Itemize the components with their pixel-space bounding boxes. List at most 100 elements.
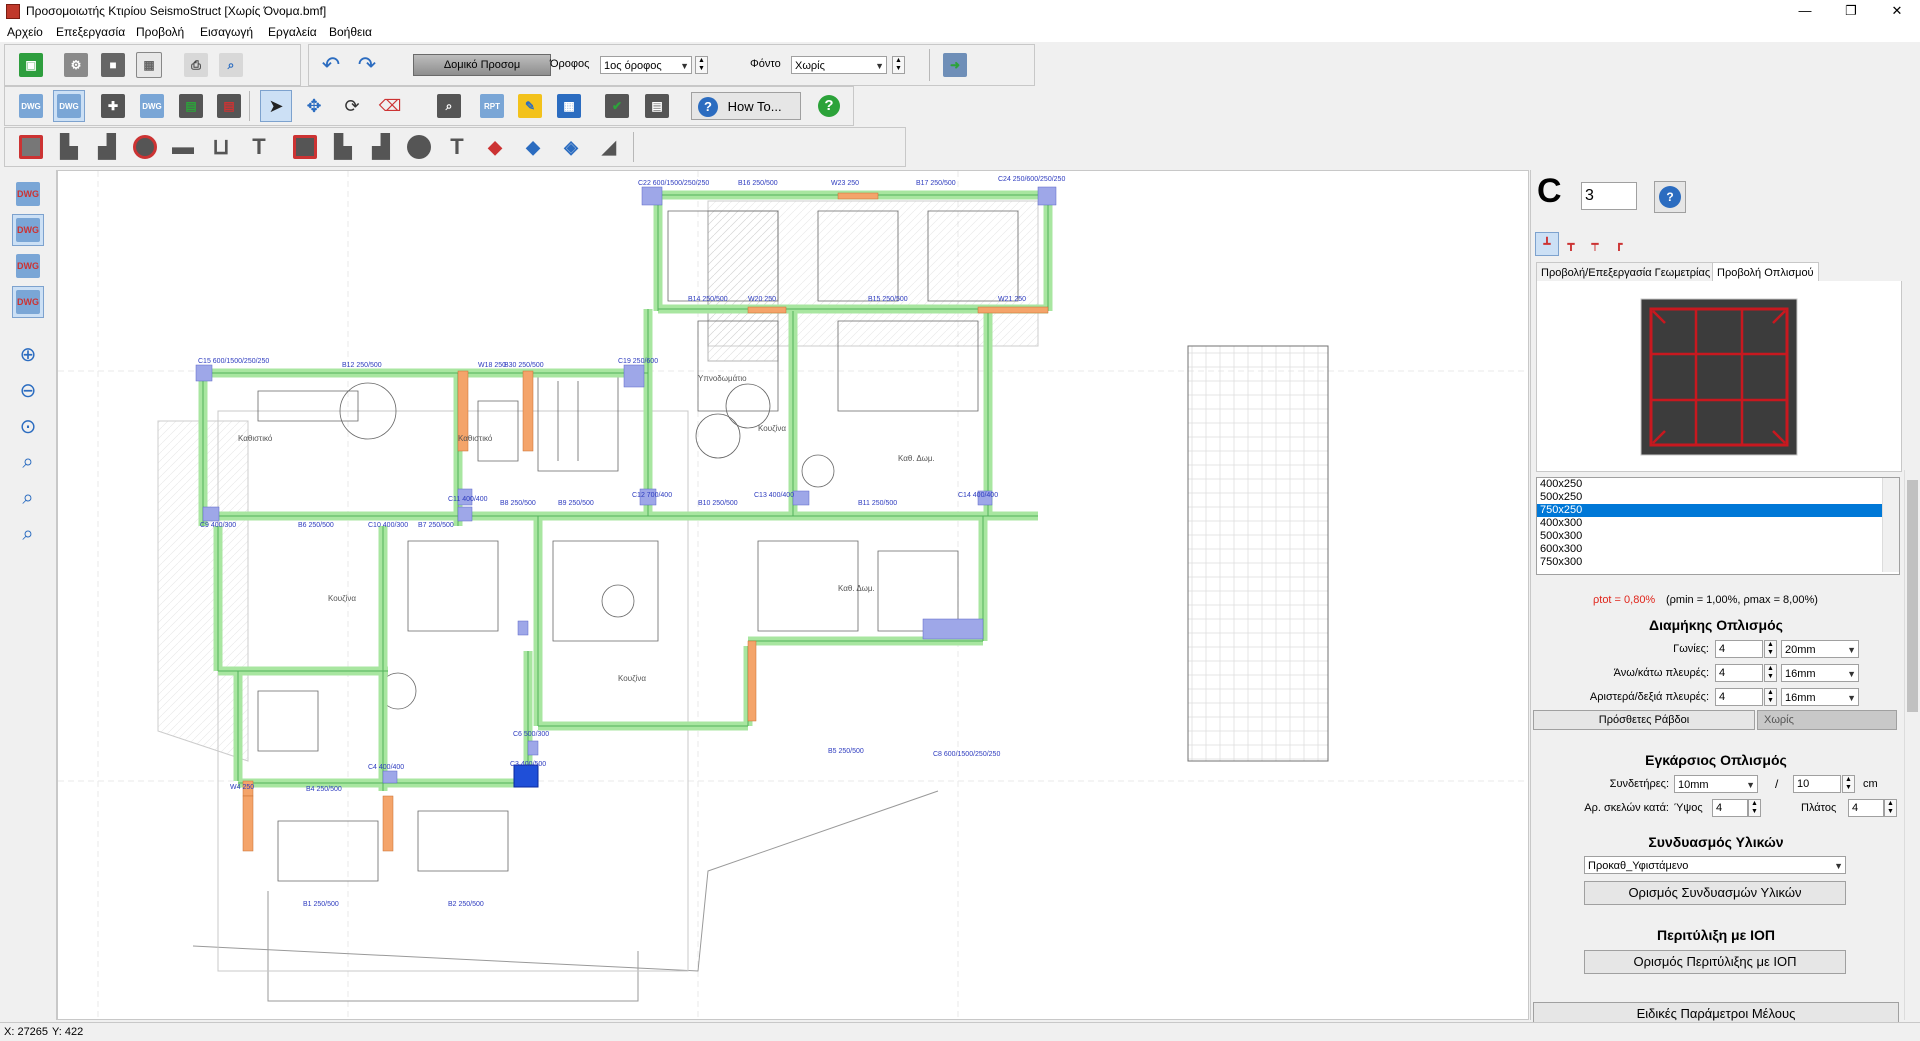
define-materials-button[interactable]: Ορισμός Συνδυασμών Υλικών	[1584, 881, 1846, 905]
floor-all-button[interactable]: DWG	[12, 286, 44, 318]
settings-table-button[interactable]: ▤	[641, 90, 673, 122]
corners-spinner[interactable]: ▲ ▼	[1764, 640, 1777, 658]
spacing-spinner[interactable]: ▲ ▼	[1842, 775, 1855, 793]
menu-help[interactable]: Βοήθεια	[329, 25, 372, 39]
section-size-item[interactable]: 400x250	[1537, 478, 1899, 491]
tee-section-button[interactable]: T	[243, 131, 275, 163]
stirrup-spacing-field[interactable]: 10	[1793, 775, 1841, 793]
orientation-3-button[interactable]: ┯	[1583, 232, 1607, 256]
zoom-out-button[interactable]: ⊖	[12, 374, 44, 406]
zoom-previous-button[interactable]: ⌕	[12, 482, 44, 514]
orientation-1-button[interactable]: ┻	[1535, 232, 1559, 256]
orientation-2-button[interactable]: ┳	[1559, 232, 1583, 256]
print-preview-button[interactable]: ⌕	[215, 49, 247, 81]
jacket-rect-button[interactable]	[289, 131, 321, 163]
section-size-list[interactable]: 400x250 500x250 750x250 400x300 500x300 600x3…	[1536, 477, 1900, 575]
menu-insert[interactable]: Εισαγωγή	[200, 25, 253, 39]
panel-scrollbar[interactable]	[1904, 470, 1920, 1020]
corners-count-field[interactable]: 4	[1715, 640, 1763, 658]
orientation-4-button[interactable]: ┏	[1607, 232, 1631, 256]
close-button[interactable]: ✕	[1874, 0, 1920, 22]
slab-button[interactable]: ◆	[479, 131, 511, 163]
background-spinner[interactable]: ▲ ▼	[892, 56, 905, 74]
structural-model-button[interactable]: Δομικό Προσομ	[413, 54, 551, 76]
slab-opening-button[interactable]: ◆	[517, 131, 549, 163]
print-button[interactable]: ⎙	[180, 49, 212, 81]
wall-button[interactable]: ▬	[167, 131, 199, 163]
floor-down-button[interactable]: DWG	[12, 250, 44, 282]
jacket-l-button[interactable]: ▙	[327, 131, 359, 163]
element-number-field[interactable]: 3	[1581, 182, 1637, 210]
section-list-scrollbar[interactable]	[1882, 478, 1899, 572]
l-column-button[interactable]: ▙	[53, 131, 85, 163]
define-frp-button[interactable]: Ορισμός Περιτύλιξης με ΙΟΠ	[1584, 950, 1846, 974]
section-size-item[interactable]: 500x300	[1537, 530, 1899, 543]
members-button[interactable]: ✚	[97, 90, 129, 122]
leftright-diameter-select[interactable]: 16mm ▼	[1781, 688, 1859, 706]
u-section-button[interactable]: ⊔	[205, 131, 237, 163]
circular-column-button[interactable]	[129, 131, 161, 163]
redo-button[interactable]: ↷	[351, 49, 383, 81]
undo-button[interactable]: ↶	[315, 49, 347, 81]
3d-view-button[interactable]: ■	[97, 49, 129, 81]
jacket-tee-button[interactable]: T	[441, 131, 473, 163]
zoom-in-button[interactable]: ⊕	[12, 338, 44, 370]
topbottom-spinner[interactable]: ▲ ▼	[1764, 664, 1777, 682]
leftright-spinner[interactable]: ▲ ▼	[1764, 688, 1777, 706]
table-import-button[interactable]: ▤	[213, 90, 245, 122]
legs-height-spinner[interactable]: ▲ ▼	[1748, 799, 1761, 817]
zoom-window-button[interactable]: ⌕	[12, 446, 44, 478]
stair-button[interactable]: ◈	[555, 131, 587, 163]
menu-tools[interactable]: Εργαλεία	[268, 25, 317, 39]
section-size-item[interactable]: 500x250	[1537, 491, 1899, 504]
jacket-t-button[interactable]: ▟	[365, 131, 397, 163]
corners-diameter-select[interactable]: 20mm ▼	[1781, 640, 1859, 658]
paint-button[interactable]: ✎	[514, 90, 546, 122]
ramp-button[interactable]: ◢	[593, 131, 625, 163]
materials-select[interactable]: Προκαθ_Υφιστάμενο ▼	[1584, 856, 1846, 874]
element-help-button[interactable]: ?	[1654, 181, 1686, 213]
restore-button[interactable]: ❐	[1828, 0, 1874, 22]
section-size-item[interactable]: 600x300	[1537, 543, 1899, 556]
check-model-button[interactable]: ⌕	[433, 90, 465, 122]
menu-file[interactable]: Αρχείο	[7, 25, 43, 39]
eraser-tool-button[interactable]: ⌫	[374, 90, 406, 122]
stirrups-diameter-select[interactable]: 10mm ▼	[1674, 775, 1758, 793]
minimize-button[interactable]: —	[1782, 0, 1828, 22]
background-select[interactable]: Χωρίς ▼	[791, 56, 887, 74]
floor-view-button[interactable]: DWG	[12, 214, 44, 246]
view-dwg-button[interactable]: DWG	[53, 90, 85, 122]
zoom-extents-button[interactable]: ⌕	[12, 518, 44, 550]
tab-geometry[interactable]: Προβολή/Επεξεργασία Γεωμετρίας	[1536, 262, 1716, 282]
legs-width-spinner[interactable]: ▲ ▼	[1884, 799, 1897, 817]
section-size-item[interactable]: 750x250	[1537, 504, 1899, 517]
exit-button[interactable]: ➜	[939, 49, 971, 81]
report-button[interactable]: RPT	[476, 90, 508, 122]
zoom-fit-button[interactable]: ⊙	[12, 410, 44, 442]
legs-width-field[interactable]: 4	[1848, 799, 1884, 817]
plan-canvas[interactable]: C22 600/1500/250/250 B16 250/500 W23 250 B1…	[57, 170, 1529, 1020]
extra-bars-button[interactable]: Πρόσθετες Ράβδοι	[1533, 710, 1755, 730]
floor-spinner[interactable]: ▲ ▼	[695, 56, 708, 74]
move-tool-button[interactable]: ✥	[298, 90, 330, 122]
grid-button[interactable]: ▦	[133, 49, 165, 81]
t-column-button[interactable]: ▟	[91, 131, 123, 163]
table-export-button[interactable]: ▤	[175, 90, 207, 122]
leftright-count-field[interactable]: 4	[1715, 688, 1763, 706]
validate-button[interactable]: ✔	[601, 90, 633, 122]
topbottom-count-field[interactable]: 4	[1715, 664, 1763, 682]
tab-reinforcement[interactable]: Προβολή Οπλισμού	[1712, 262, 1819, 282]
legs-height-field[interactable]: 4	[1712, 799, 1748, 817]
export-dwg-button[interactable]: DWG	[136, 90, 168, 122]
topbottom-diameter-select[interactable]: 16mm ▼	[1781, 664, 1859, 682]
calculator-button[interactable]: ▦	[553, 90, 585, 122]
save-button[interactable]: ▣	[15, 49, 47, 81]
rotate-tool-button[interactable]: ⟳	[336, 90, 368, 122]
rect-column-button[interactable]	[15, 131, 47, 163]
menu-view[interactable]: Προβολή	[136, 25, 184, 39]
menu-edit[interactable]: Επεξεργασία	[56, 25, 125, 39]
select-tool-button[interactable]: ➤	[260, 90, 292, 122]
section-size-item[interactable]: 750x300	[1537, 556, 1899, 569]
floor-up-button[interactable]: DWG	[12, 178, 44, 210]
jacket-circle-button[interactable]	[403, 131, 435, 163]
